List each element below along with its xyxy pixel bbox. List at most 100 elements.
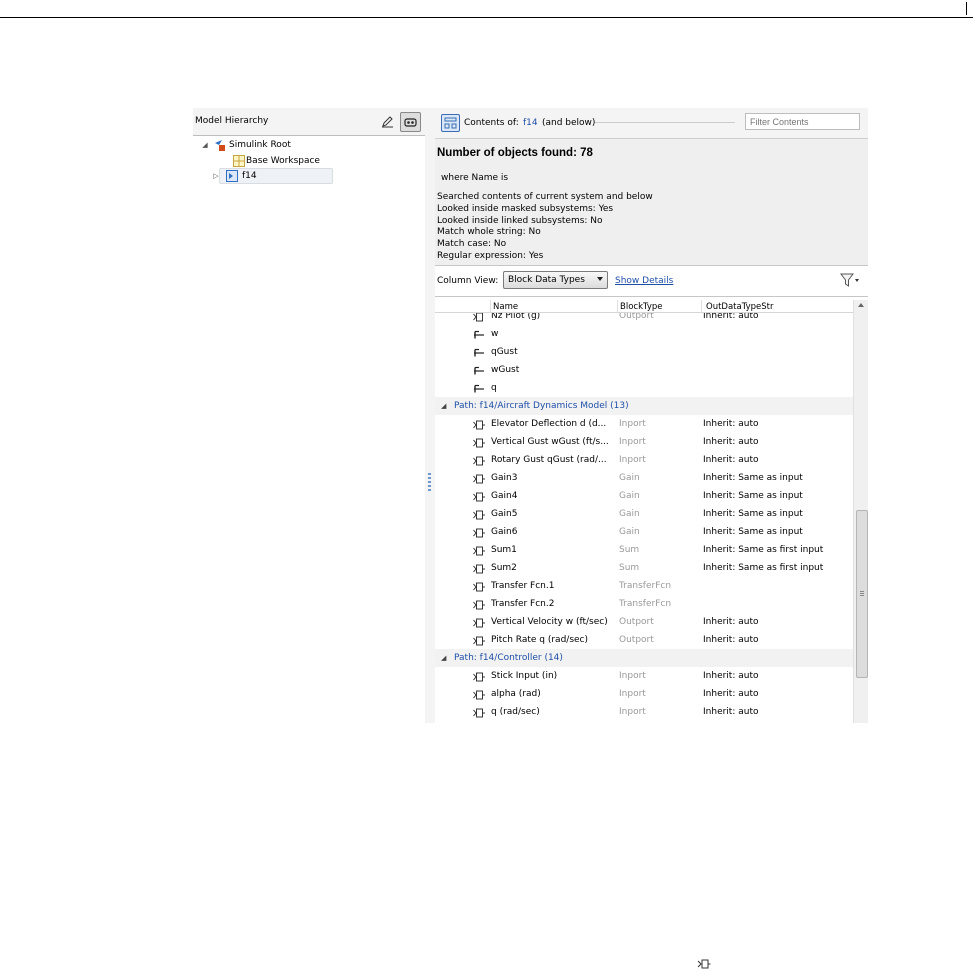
objects-found-count: Number of objects found: 78 [437, 147, 593, 159]
tree-item-simulink-root[interactable]: ◢ Simulink Root [201, 138, 401, 152]
expand-arrow-icon[interactable]: ▷ [212, 169, 220, 183]
cell-blocktype: Sum [619, 545, 640, 555]
search-options: Searched contents of current system and … [437, 192, 653, 263]
cell-name: Sum1 [491, 545, 517, 555]
group-row[interactable]: ◢ Path: f14/Aircraft Dynamics Model (13) [435, 397, 853, 415]
table-row[interactable]: Nz Pilot (g) Outport Inherit: auto [435, 313, 853, 325]
cell-name: Gain5 [491, 509, 518, 519]
tree-item-f14[interactable]: ▷ f14 [213, 168, 333, 184]
signal-line-icon [473, 347, 485, 357]
pane-splitter[interactable] [425, 108, 435, 723]
cell-blocktype: Inport [619, 689, 646, 699]
column-separator[interactable] [490, 300, 491, 312]
contents-pane: Contents of: f14 (and below) Number of o… [435, 108, 868, 723]
tree-label-base: Base Workspace [246, 156, 320, 166]
contents-header: Contents of: f14 (and below) [435, 108, 868, 139]
table-header: Name BlockType OutDataTypeStr [435, 300, 853, 313]
block-icon [473, 313, 485, 322]
tree-item-base-workspace[interactable]: Base Workspace [201, 154, 401, 168]
collapse-arrow-icon[interactable]: ◢ [201, 138, 209, 152]
cell-outdatatypestr: Inherit: auto [703, 689, 759, 699]
column-header-name[interactable]: Name [493, 302, 518, 312]
vertical-scrollbar[interactable] [853, 300, 868, 723]
column-header-outdatatypestr[interactable]: OutDataTypeStr [706, 302, 773, 312]
scrollbar-thumb[interactable] [856, 510, 868, 678]
page-top-tick [966, 2, 967, 15]
cell-blocktype: Inport [619, 707, 646, 717]
table-row[interactable]: Gain4 Gain Inherit: Same as input [435, 487, 853, 505]
filter-contents-input[interactable] [745, 113, 860, 130]
group-row[interactable]: ◢ Path: f14/Controller (14) [435, 649, 853, 667]
block-icon [473, 635, 485, 646]
table-row[interactable]: Vertical Velocity w (ft/sec) Outport Inher… [435, 613, 853, 631]
model-hierarchy-pane: Model Hierarchy ◢ Simulink Root Base Wor… [193, 108, 426, 723]
signal-line-icon [473, 365, 485, 375]
table-row[interactable]: Pitch Rate q (rad/sec) Outport Inherit: au… [435, 631, 853, 649]
block-icon [473, 707, 485, 718]
block-icon [473, 473, 485, 484]
table-row[interactable]: alpha (rad) Inport Inherit: auto [435, 685, 853, 703]
workspace-icon [233, 155, 245, 167]
simulink-root-icon [215, 140, 225, 151]
table-row[interactable]: Elevator Deflection d (d... Inport Inherit… [435, 415, 853, 433]
cell-outdatatypestr: Inherit: Same as input [703, 527, 803, 537]
block-icon [473, 527, 485, 538]
collapse-arrow-icon[interactable]: ◢ [441, 649, 446, 667]
collapse-arrow-icon[interactable]: ◢ [441, 397, 446, 415]
edit-icon[interactable] [377, 112, 398, 132]
search-option-line: Match whole string: No [437, 227, 541, 238]
column-view-bar: Column View: Block Data Types Show Detai… [435, 266, 868, 297]
column-separator[interactable] [701, 300, 702, 312]
block-icon [473, 455, 485, 466]
table-row[interactable]: Vertical Gust wGust (ft/s... Inport Inheri… [435, 433, 853, 451]
cell-outdatatypestr: Inherit: auto [703, 707, 759, 717]
column-view-dropdown[interactable]: Block Data Types [503, 271, 608, 289]
cell-outdatatypestr: Inherit: auto [703, 455, 759, 465]
table-row[interactable]: Sum1 Sum Inherit: Same as first input [435, 541, 853, 559]
search-option-line: Looked inside masked subsystems: Yes [437, 203, 614, 214]
cell-outdatatypestr: Inherit: auto [703, 437, 759, 447]
table-row[interactable]: Transfer Fcn.1 TransferFcn [435, 577, 853, 595]
show-details-link[interactable]: Show Details [615, 276, 673, 286]
table-row[interactable]: Rotary Gust qGust (rad/... Inport Inherit:… [435, 451, 853, 469]
tree-label-f14: f14 [242, 171, 257, 181]
cell-name: Elevator Deflection d (d... [491, 419, 607, 429]
scroll-up-icon[interactable] [858, 303, 864, 307]
table-row[interactable]: wGust [435, 361, 853, 379]
search-option-line: Looked inside linked subsystems: No [437, 215, 603, 226]
cell-blocktype: TransferFcn [619, 581, 672, 591]
cell-outdatatypestr: Inherit: auto [703, 419, 759, 429]
table-row[interactable]: Sum2 Sum Inherit: Same as first input [435, 559, 853, 577]
cell-blocktype: Gain [619, 527, 640, 537]
cell-blocktype: Inport [619, 455, 646, 465]
page-top-rule [0, 0, 973, 18]
cell-outdatatypestr: Inherit: Same as input [703, 509, 803, 519]
table-row[interactable]: qGust [435, 343, 853, 361]
block-icon [473, 545, 485, 556]
cell-name: Nz Pilot (g) [491, 313, 541, 321]
model-hierarchy-header: Model Hierarchy [193, 108, 425, 136]
column-separator[interactable] [617, 300, 618, 312]
block-icon [473, 491, 485, 502]
cell-name: Transfer Fcn.1 [491, 581, 555, 591]
contents-of-label: Contents of: [464, 118, 519, 128]
table-row[interactable]: Transfer Fcn.2 TransferFcn [435, 595, 853, 613]
table-row[interactable]: q (rad/sec) Inport Inherit: auto [435, 703, 853, 721]
column-header-blocktype[interactable]: BlockType [620, 302, 663, 312]
table-row[interactable]: Gain5 Gain Inherit: Same as input [435, 505, 853, 523]
search-results-summary: Number of objects found: 78 where Name i… [435, 139, 868, 266]
contents-of-link[interactable]: f14 [523, 118, 538, 128]
cell-blocktype: Inport [619, 437, 646, 447]
filter-funnel-icon[interactable] [839, 272, 861, 288]
table-row[interactable]: Stick Input (in) Inport Inherit: auto [435, 667, 853, 685]
table-row[interactable]: Gain6 Gain Inherit: Same as input [435, 523, 853, 541]
contents-icon[interactable] [441, 114, 460, 132]
column-view-label: Column View: [437, 276, 499, 286]
table-row[interactable]: w [435, 325, 853, 343]
splitter-grip[interactable] [428, 473, 431, 491]
search-option-line: Searched contents of current system and … [437, 192, 653, 202]
table-row[interactable]: q [435, 379, 853, 397]
table-row[interactable]: Gain3 Gain Inherit: Same as input [435, 469, 853, 487]
show-current-system-icon[interactable] [400, 112, 421, 132]
cell-blocktype: Outport [619, 635, 654, 645]
